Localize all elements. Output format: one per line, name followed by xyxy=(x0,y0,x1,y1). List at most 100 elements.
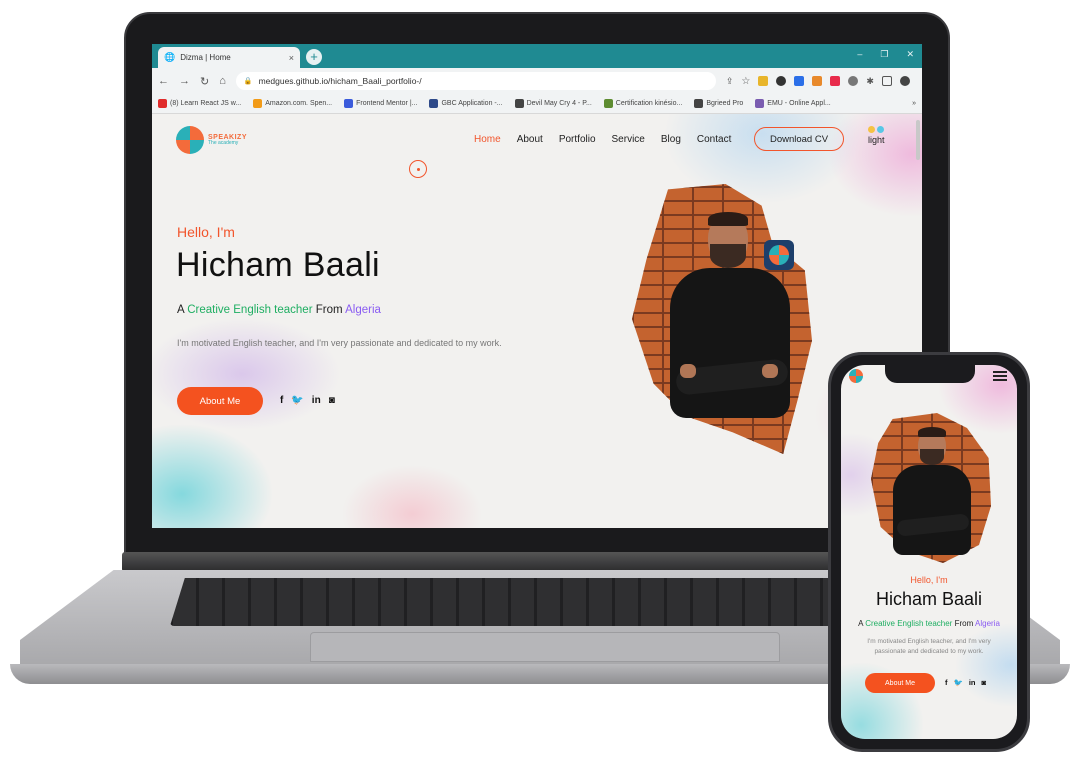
hero-name: Hicham Baali xyxy=(176,246,380,284)
site-logo[interactable]: SPEAKIZY The academy xyxy=(176,126,247,154)
url-text: medgues.github.io/hicham_Baali_portfolio… xyxy=(258,76,422,86)
bookmark-item[interactable]: (8) Learn React JS w... xyxy=(158,99,241,108)
facebook-icon[interactable]: f xyxy=(945,678,948,687)
new-tab-button[interactable]: + xyxy=(306,49,322,65)
bookmark-favicon-icon xyxy=(603,99,613,108)
tab-title: Dizma | Home xyxy=(180,53,231,62)
laptop-screen: 🌐 Dizma | Home × + ‒ ❐ ✕ ← → ↻ ⌂ 🔒 medgu… xyxy=(152,44,922,528)
close-tab-icon[interactable]: × xyxy=(289,53,294,63)
bookmark-favicon-icon xyxy=(429,99,439,108)
linkedin-icon[interactable]: in xyxy=(312,395,321,406)
globe-icon: 🌐 xyxy=(164,52,176,62)
nav-links: Home About Portfolio Service Blog Contact xyxy=(474,134,731,145)
phone-screen: Hello, I'm Hicham Baali A Creative Engli… xyxy=(841,365,1017,739)
star-icon[interactable]: ☆ xyxy=(741,76,750,87)
phone-notch xyxy=(885,365,975,383)
extension-icon[interactable] xyxy=(794,76,805,86)
share-icon[interactable]: ⇪ xyxy=(726,76,734,87)
social-links: f 🐦 in ◙ xyxy=(945,678,986,687)
home-icon[interactable]: ⌂ xyxy=(219,75,226,87)
bookmark-label: Certification kinésio... xyxy=(615,100,683,107)
scroll-indicator-icon xyxy=(409,160,427,178)
about-me-button[interactable]: About Me xyxy=(177,387,263,415)
browser-tab-bar: 🌐 Dizma | Home × + ‒ ❐ ✕ xyxy=(152,44,922,68)
bookmark-label: EMU - Online Appl... xyxy=(767,100,831,107)
browser-toolbar: ← → ↻ ⌂ 🔒 medgues.github.io/hicham_Baali… xyxy=(152,68,922,94)
portfolio-site: SPEAKIZY The academy Home About Portfolio S… xyxy=(152,114,922,528)
maximize-icon[interactable]: ❐ xyxy=(880,49,888,60)
tagline-country: Algeria xyxy=(975,619,1000,628)
address-bar[interactable]: 🔒 medgues.github.io/hicham_Baali_portfol… xyxy=(235,72,716,90)
extension-icon[interactable] xyxy=(758,76,769,86)
theme-icon xyxy=(868,126,885,133)
minimize-icon[interactable]: ‒ xyxy=(857,49,862,60)
instagram-icon[interactable]: ◙ xyxy=(982,678,987,687)
extension-icon[interactable] xyxy=(776,76,787,86)
instagram-icon[interactable]: ◙ xyxy=(329,395,335,406)
nav-link-contact[interactable]: Contact xyxy=(697,134,731,145)
close-window-icon[interactable]: ✕ xyxy=(906,49,914,60)
sidebar-icon[interactable] xyxy=(881,76,892,86)
bookmark-favicon-icon xyxy=(344,99,354,108)
nav-link-home[interactable]: Home xyxy=(474,134,501,145)
browser-tab[interactable]: 🌐 Dizma | Home × xyxy=(158,47,300,68)
scrollbar[interactable] xyxy=(916,120,920,160)
hero-tagline: A Creative English teacher From Algeria xyxy=(858,619,1000,628)
menu-icon[interactable]: ⋮ xyxy=(918,75,922,88)
download-cv-button[interactable]: Download CV xyxy=(754,127,844,151)
brain-logo-icon xyxy=(176,126,204,154)
profile-avatar[interactable] xyxy=(899,76,910,86)
reload-icon[interactable]: ↻ xyxy=(200,75,209,88)
nav-link-about[interactable]: About xyxy=(517,134,543,145)
brain-logo-icon[interactable] xyxy=(849,369,863,383)
bookmark-label: Devil May Cry 4 - P... xyxy=(526,100,592,107)
bookmark-label: Amazon.com. Spen... xyxy=(265,100,333,107)
laptop-keyboard xyxy=(170,578,910,626)
social-links: f 🐦 in ◙ xyxy=(280,395,335,406)
brain-badge-icon xyxy=(764,240,794,270)
bookmark-label: (8) Learn React JS w... xyxy=(170,100,242,107)
bookmark-item[interactable]: Frontend Mentor |... xyxy=(344,99,417,108)
hamburger-menu-icon[interactable] xyxy=(993,371,1007,381)
extension-icon[interactable] xyxy=(848,76,859,86)
extension-icons: ⇪ ☆ ✱ ⋮ xyxy=(726,75,922,88)
twitter-icon[interactable]: 🐦 xyxy=(954,678,963,687)
window-controls: ‒ ❐ ✕ xyxy=(857,49,914,60)
nav-link-service[interactable]: Service xyxy=(612,134,645,145)
bookmark-label: GBC Application -... xyxy=(441,100,503,107)
hero-greeting: Hello, I'm xyxy=(177,224,235,240)
about-me-button[interactable]: About Me xyxy=(865,673,935,693)
bookmark-item[interactable]: EMU - Online Appl... xyxy=(755,99,831,108)
hero-tagline: A Creative English teacher From Algeria xyxy=(177,304,381,316)
hero-name: Hicham Baali xyxy=(875,589,983,609)
puzzle-icon[interactable]: ✱ xyxy=(866,76,874,87)
logo-subtitle: The academy xyxy=(208,140,239,146)
theme-toggle[interactable]: light xyxy=(868,126,885,145)
bookmarks-bar: (8) Learn React JS w... Amazon.com. Spen.… xyxy=(152,94,922,114)
bookmark-label: Frontend Mentor |... xyxy=(356,100,418,107)
bookmark-item[interactable]: Amazon.com. Spen... xyxy=(253,99,332,108)
phone-device: Hello, I'm Hicham Baali A Creative Engli… xyxy=(828,352,1030,752)
extension-icon[interactable] xyxy=(830,76,841,86)
forward-icon[interactable]: → xyxy=(179,75,190,87)
twitter-icon[interactable]: 🐦 xyxy=(291,395,303,406)
hero-greeting: Hello, I'm xyxy=(910,575,948,585)
mockup-stage: 🌐 Dizma | Home × + ‒ ❐ ✕ ← → ↻ ⌂ 🔒 medgu… xyxy=(0,0,1080,768)
bookmark-favicon-icon xyxy=(253,99,263,108)
tagline-highlight: Creative English teacher xyxy=(865,619,953,628)
linkedin-icon[interactable]: in xyxy=(969,678,976,687)
bookmark-item[interactable]: Devil May Cry 4 - P... xyxy=(514,99,592,108)
theme-label: light xyxy=(868,135,885,145)
bookmark-item[interactable]: GBC Application -... xyxy=(429,99,503,108)
extension-icon[interactable] xyxy=(812,76,823,86)
nav-link-portfolio[interactable]: Portfolio xyxy=(559,134,596,145)
back-icon[interactable]: ← xyxy=(158,75,169,87)
tagline-country: Algeria xyxy=(345,304,381,316)
laptop-trackpad xyxy=(310,632,780,662)
bookmarks-overflow-icon[interactable]: » xyxy=(912,100,916,107)
facebook-icon[interactable]: f xyxy=(280,395,283,406)
bookmark-item[interactable]: Bgrieed Pro xyxy=(694,99,743,108)
nav-link-blog[interactable]: Blog xyxy=(661,134,681,145)
bookmark-item[interactable]: Certification kinésio... xyxy=(603,99,683,108)
hero-bio: I'm motivated English teacher, and I'm v… xyxy=(177,338,502,348)
